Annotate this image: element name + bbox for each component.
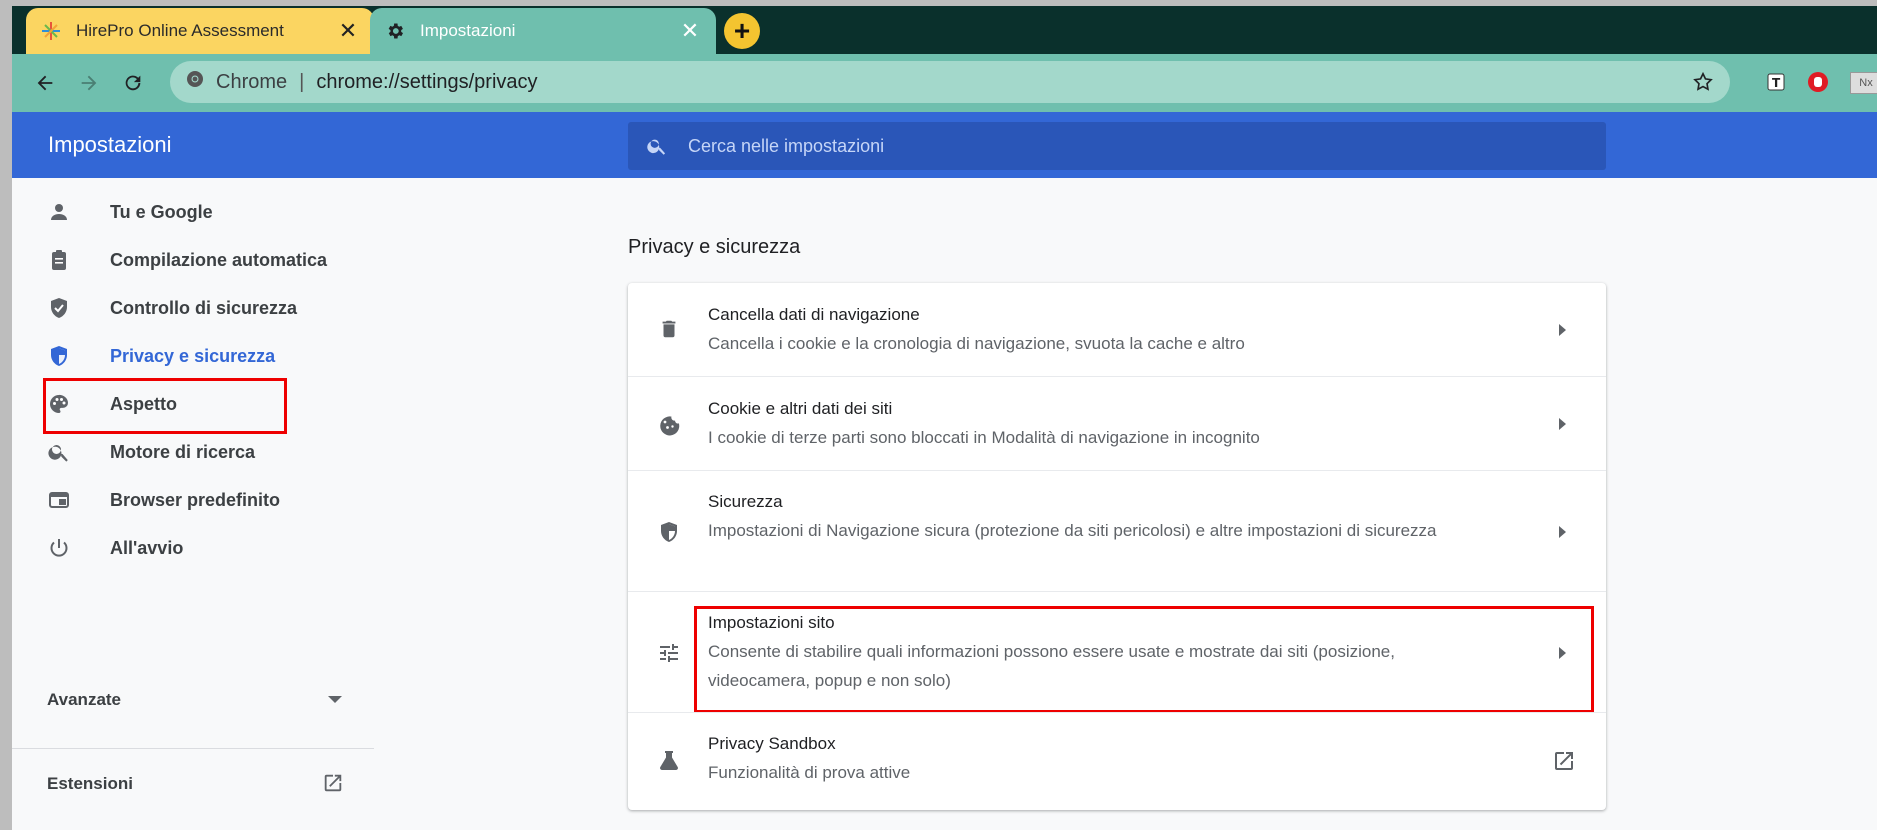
sidebar-item-label: Aspetto <box>110 393 177 414</box>
tab-hirepro[interactable]: HirePro Online Assessment ✕ <box>26 8 374 54</box>
close-icon[interactable]: ✕ <box>336 20 360 42</box>
tab-strip: HirePro Online Assessment ✕ Impostazioni… <box>12 6 1877 54</box>
section-title: Privacy e sicurezza <box>628 236 801 258</box>
row-subtitle: Funzionalità di prova attive <box>708 763 911 782</box>
chrome-site-icon <box>186 70 204 94</box>
extension-puzzle-icon[interactable]: T <box>1764 70 1788 94</box>
advanced-toggle[interactable]: Avanzate <box>47 690 121 710</box>
search-input[interactable] <box>686 134 1570 158</box>
sidebar-item-label: Browser predefinito <box>110 489 281 510</box>
shield-icon <box>656 519 682 545</box>
privacy-card: Cancella dati di navigazione Cancella i … <box>628 283 1606 810</box>
highlight-box-impostazioni-sito <box>694 606 1594 713</box>
row-cookie[interactable]: Cookie e altri dati dei siti I cookie di… <box>628 376 1606 471</box>
url-text: chrome://settings/privacy <box>316 70 538 93</box>
browser-window-icon <box>46 487 72 513</box>
open-in-new-icon[interactable] <box>1552 749 1576 778</box>
tab-impostazioni[interactable]: Impostazioni ✕ <box>370 8 716 54</box>
search-icon <box>646 135 668 157</box>
forward-arrow-icon[interactable] <box>74 68 104 98</box>
row-cancella-dati[interactable]: Cancella dati di navigazione Cancella i … <box>628 283 1606 376</box>
sidebar-lower: Aspetto Motore di ricerca Browser predef… <box>12 178 374 830</box>
gear-icon <box>384 20 406 42</box>
close-icon[interactable]: ✕ <box>678 20 702 42</box>
row-subtitle: I cookie di terze parti sono bloccati in… <box>708 428 1260 447</box>
cookie-icon <box>656 411 682 437</box>
sidebar-item-label: Motore di ricerca <box>110 441 256 462</box>
page-title: Impostazioni <box>48 132 172 157</box>
row-title: Sicurezza <box>708 492 783 511</box>
sidebar-item-label: All'avvio <box>110 537 184 558</box>
tune-icon <box>656 640 682 666</box>
bookmark-star-icon[interactable] <box>1692 71 1714 99</box>
tab-title: HirePro Online Assessment <box>76 21 284 40</box>
chevron-right-icon <box>1559 418 1566 430</box>
reload-icon[interactable] <box>118 68 148 98</box>
trash-icon <box>656 316 682 342</box>
chevron-right-icon <box>1559 324 1566 336</box>
flask-icon <box>656 747 682 773</box>
chevron-down-icon[interactable] <box>328 696 342 703</box>
sidebar-item-aspetto[interactable]: Aspetto <box>12 380 374 428</box>
row-privacy-sandbox[interactable]: Privacy Sandbox Funzionalità di prova at… <box>628 712 1606 811</box>
row-sicurezza[interactable]: Sicurezza Impostazioni di Navigazione si… <box>628 470 1606 592</box>
site-label: Chrome <box>216 70 288 93</box>
row-title: Privacy Sandbox <box>708 734 836 753</box>
extensions-link[interactable]: Estensioni <box>47 774 133 794</box>
settings-search[interactable] <box>628 122 1606 170</box>
row-subtitle: Cancella i cookie e la cronologia di nav… <box>708 334 1245 353</box>
open-in-new-icon[interactable] <box>322 772 344 799</box>
svg-text:T: T <box>1772 76 1781 90</box>
adblock-stop-icon[interactable] <box>1806 70 1830 94</box>
search-icon <box>46 439 72 465</box>
settings-header: Impostazioni <box>12 112 1877 178</box>
sidebar-item-motore-ricerca[interactable]: Motore di ricerca <box>12 428 374 476</box>
browser-toolbar: Chrome | chrome://settings/privacy T Nx <box>12 54 1877 112</box>
sidebar-divider <box>12 748 374 749</box>
extension-nx-icon[interactable]: Nx <box>1850 72 1877 94</box>
hirepro-star-icon <box>40 20 62 42</box>
palette-icon <box>46 391 72 417</box>
address-bar[interactable]: Chrome | chrome://settings/privacy <box>170 61 1730 103</box>
sidebar-item-browser-predefinito[interactable]: Browser predefinito <box>12 476 374 524</box>
url-separator: | <box>299 70 305 93</box>
back-arrow-icon[interactable] <box>30 68 60 98</box>
row-title: Cancella dati di navigazione <box>708 305 920 324</box>
power-icon <box>46 535 72 561</box>
row-title: Cookie e altri dati dei siti <box>708 399 893 418</box>
new-tab-button[interactable]: + <box>724 13 760 49</box>
sidebar-item-all-avvio[interactable]: All'avvio <box>12 524 374 572</box>
chevron-right-icon <box>1559 526 1566 538</box>
tab-title: Impostazioni <box>420 21 516 40</box>
row-subtitle: Impostazioni di Navigazione sicura (prot… <box>708 521 1437 540</box>
